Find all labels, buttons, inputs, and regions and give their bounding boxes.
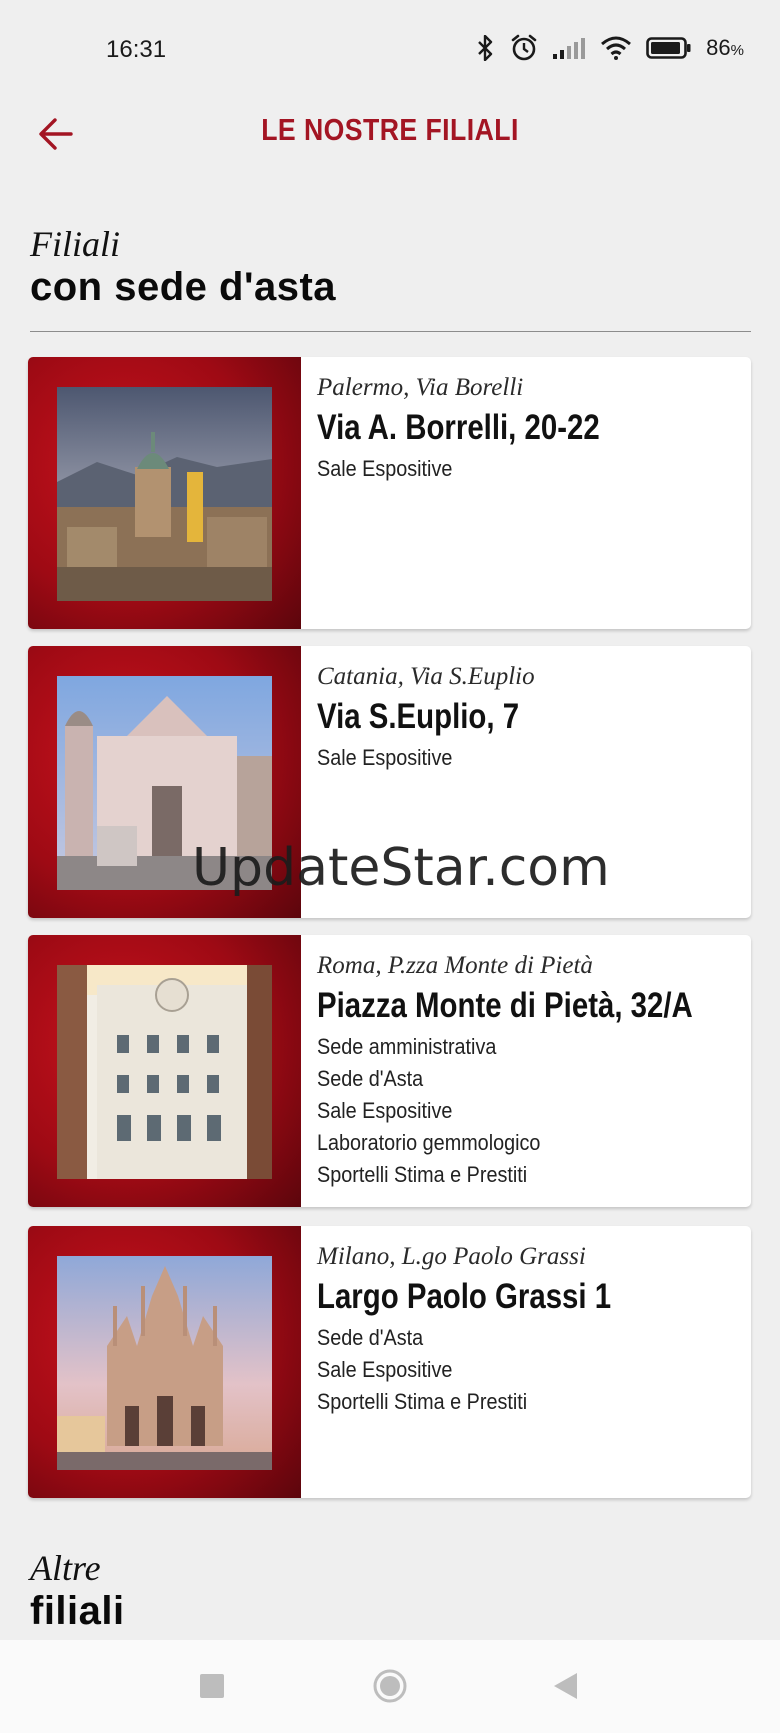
section-divider — [30, 331, 751, 332]
branch-address: Via S.Euplio, 7 — [317, 697, 520, 736]
status-bar: 16:31 86% — [0, 0, 780, 100]
recents-square-icon — [199, 1673, 225, 1704]
section-bold-title: filiali — [30, 1589, 125, 1633]
branch-info: Roma, P.zza Monte di Pietà Piazza Monte … — [317, 949, 739, 1191]
alarm-icon — [510, 34, 538, 62]
branch-city: Catania, Via S.Euplio — [317, 663, 535, 690]
branch-service: Sede d'Asta — [317, 1066, 424, 1091]
system-nav-bar — [0, 1640, 780, 1733]
branch-address: Largo Paolo Grassi 1 — [317, 1277, 612, 1316]
battery-percent: 86% — [706, 35, 744, 61]
branch-image-palermo — [28, 357, 301, 629]
battery-percent-unit: % — [730, 42, 744, 59]
signal-icon — [552, 36, 586, 60]
branch-service: Sale Espositive — [317, 1098, 453, 1123]
wifi-icon — [600, 35, 632, 61]
branch-services: Sede amministrativa Sede d'Asta Sale Esp… — [317, 1031, 739, 1191]
branch-city: Milano, L.go Paolo Grassi — [317, 1243, 586, 1270]
branch-city: Palermo, Via Borelli — [317, 374, 524, 401]
home-circle-icon — [372, 1668, 408, 1709]
section-bold-title: con sede d'asta — [30, 265, 337, 309]
back-triangle-icon — [551, 1671, 579, 1706]
branch-service: Sportelli Stima e Prestiti — [317, 1389, 528, 1414]
branch-service: Sede d'Asta — [317, 1325, 424, 1350]
section-italic-title: Filiali — [30, 224, 120, 264]
branch-service: Sale Espositive — [317, 1357, 453, 1382]
branch-service: Sale Espositive — [317, 745, 453, 770]
branch-address: Piazza Monte di Pietà, 32/A — [317, 986, 693, 1025]
recents-button[interactable] — [192, 1668, 232, 1708]
bluetooth-icon — [476, 35, 496, 61]
branch-services: Sede d'Asta Sale Espositive Sportelli St… — [317, 1322, 739, 1418]
branch-service: Sede amministrativa — [317, 1034, 497, 1059]
branch-services: Sale Espositive — [317, 742, 739, 774]
app-bar: LE NOSTRE FILIALI — [0, 96, 780, 186]
battery-percent-value: 86 — [706, 35, 731, 60]
branch-info: Catania, Via S.Euplio Via S.Euplio, 7 Sa… — [317, 660, 739, 774]
branch-service: Laboratorio gemmologico — [317, 1130, 541, 1155]
branch-city: Roma, P.zza Monte di Pietà — [317, 952, 593, 979]
branch-card-catania[interactable]: Catania, Via S.Euplio Via S.Euplio, 7 Sa… — [28, 646, 751, 918]
status-icons: 86% — [476, 34, 744, 62]
branch-services: Sale Espositive — [317, 453, 739, 485]
branch-info: Palermo, Via Borelli Via A. Borrelli, 20… — [317, 371, 739, 485]
system-back-button[interactable] — [545, 1668, 585, 1708]
branch-image-roma — [28, 935, 301, 1207]
branch-card-palermo[interactable]: Palermo, Via Borelli Via A. Borrelli, 20… — [28, 357, 751, 629]
section-italic-title: Altre — [30, 1548, 101, 1588]
branch-service: Sale Espositive — [317, 456, 453, 481]
section-header-main: Filiali con sede d'asta — [30, 224, 750, 310]
section-header-other: Altre filiali — [30, 1548, 750, 1634]
branch-image-milano — [28, 1226, 301, 1498]
page-title: LE NOSTRE FILIALI — [261, 112, 519, 147]
branch-info: Milano, L.go Paolo Grassi Largo Paolo Gr… — [317, 1240, 739, 1418]
branch-card-milano[interactable]: Milano, L.go Paolo Grassi Largo Paolo Gr… — [28, 1226, 751, 1498]
branch-service: Sportelli Stima e Prestiti — [317, 1162, 528, 1187]
branch-image-catania — [28, 646, 301, 918]
status-time: 16:31 — [106, 36, 167, 63]
branch-address: Via A. Borrelli, 20-22 — [317, 408, 600, 447]
home-button[interactable] — [370, 1668, 410, 1708]
branch-card-roma[interactable]: Roma, P.zza Monte di Pietà Piazza Monte … — [28, 935, 751, 1207]
battery-icon — [646, 36, 692, 60]
